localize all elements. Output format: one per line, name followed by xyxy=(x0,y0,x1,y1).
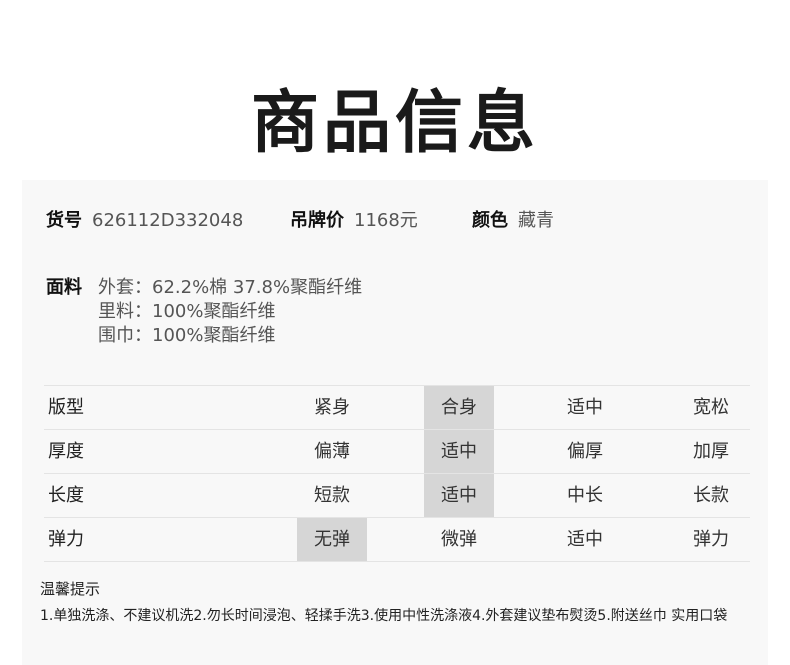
attribute-grid: 版型 紧身 合身 适中 宽松 厚度 偏薄 适中 偏厚 加厚 长度 短款 适中 中… xyxy=(44,385,750,562)
grid-option: 加厚 xyxy=(693,441,729,462)
grid-option: 合身 xyxy=(424,386,494,429)
grid-option: 无弹 xyxy=(297,518,367,561)
fabric-line-outer: 外套：62.2%棉 37.8%聚酯纤维 xyxy=(98,277,363,298)
price-row: 吊牌价 1168元 xyxy=(290,208,418,234)
grid-option: 适中 xyxy=(424,474,494,517)
grid-option: 紧身 xyxy=(314,397,350,418)
grid-option: 弹力 xyxy=(693,529,729,550)
grid-row-label: 版型 xyxy=(48,397,84,418)
fabric-label: 面料 xyxy=(46,277,82,298)
fabric-section: 面料 外套：62.2%棉 37.8%聚酯纤维 里料：100%聚酯纤维 围巾：10… xyxy=(46,276,362,346)
grid-option: 长款 xyxy=(693,485,729,506)
grid-row-length: 长度 短款 适中 中长 长款 xyxy=(44,473,750,517)
grid-option: 适中 xyxy=(424,430,494,473)
grid-row-label: 弹力 xyxy=(48,529,84,550)
grid-row-label: 长度 xyxy=(48,485,84,506)
grid-option: 中长 xyxy=(567,485,603,506)
page-title: 商品信息 xyxy=(250,84,539,163)
grid-row-elasticity: 弹力 无弹 微弹 适中 弹力 xyxy=(44,517,750,562)
sku-label: 货号 xyxy=(46,210,82,231)
grid-option: 适中 xyxy=(567,529,603,550)
color-row: 颜色 藏青 xyxy=(472,208,554,234)
grid-option: 微弹 xyxy=(441,529,477,550)
price-value: 1168元 xyxy=(354,210,418,231)
grid-row-fit: 版型 紧身 合身 适中 宽松 xyxy=(44,385,750,429)
sku-value: 626112D332048 xyxy=(92,210,244,231)
grid-option: 宽松 xyxy=(693,397,729,418)
sku-row: 货号 626112D332048 xyxy=(46,208,243,234)
fabric-line-scarf: 围巾：100%聚酯纤维 xyxy=(98,325,276,346)
grid-option: 偏薄 xyxy=(314,441,350,462)
color-label: 颜色 xyxy=(472,210,508,231)
color-value: 藏青 xyxy=(518,210,554,231)
fabric-line-lining: 里料：100%聚酯纤维 xyxy=(98,301,276,322)
price-label: 吊牌价 xyxy=(290,210,344,231)
grid-row-label: 厚度 xyxy=(48,441,84,462)
grid-option: 短款 xyxy=(314,485,350,506)
tips-title: 温馨提示 xyxy=(40,580,101,598)
grid-row-thickness: 厚度 偏薄 适中 偏厚 加厚 xyxy=(44,429,750,473)
grid-option: 偏厚 xyxy=(567,441,603,462)
tips-text: 1.单独洗涤、不建议机洗2.勿长时间浸泡、轻揉手洗3.使用中性洗涤液4.外套建议… xyxy=(40,608,728,624)
grid-option: 适中 xyxy=(567,397,603,418)
